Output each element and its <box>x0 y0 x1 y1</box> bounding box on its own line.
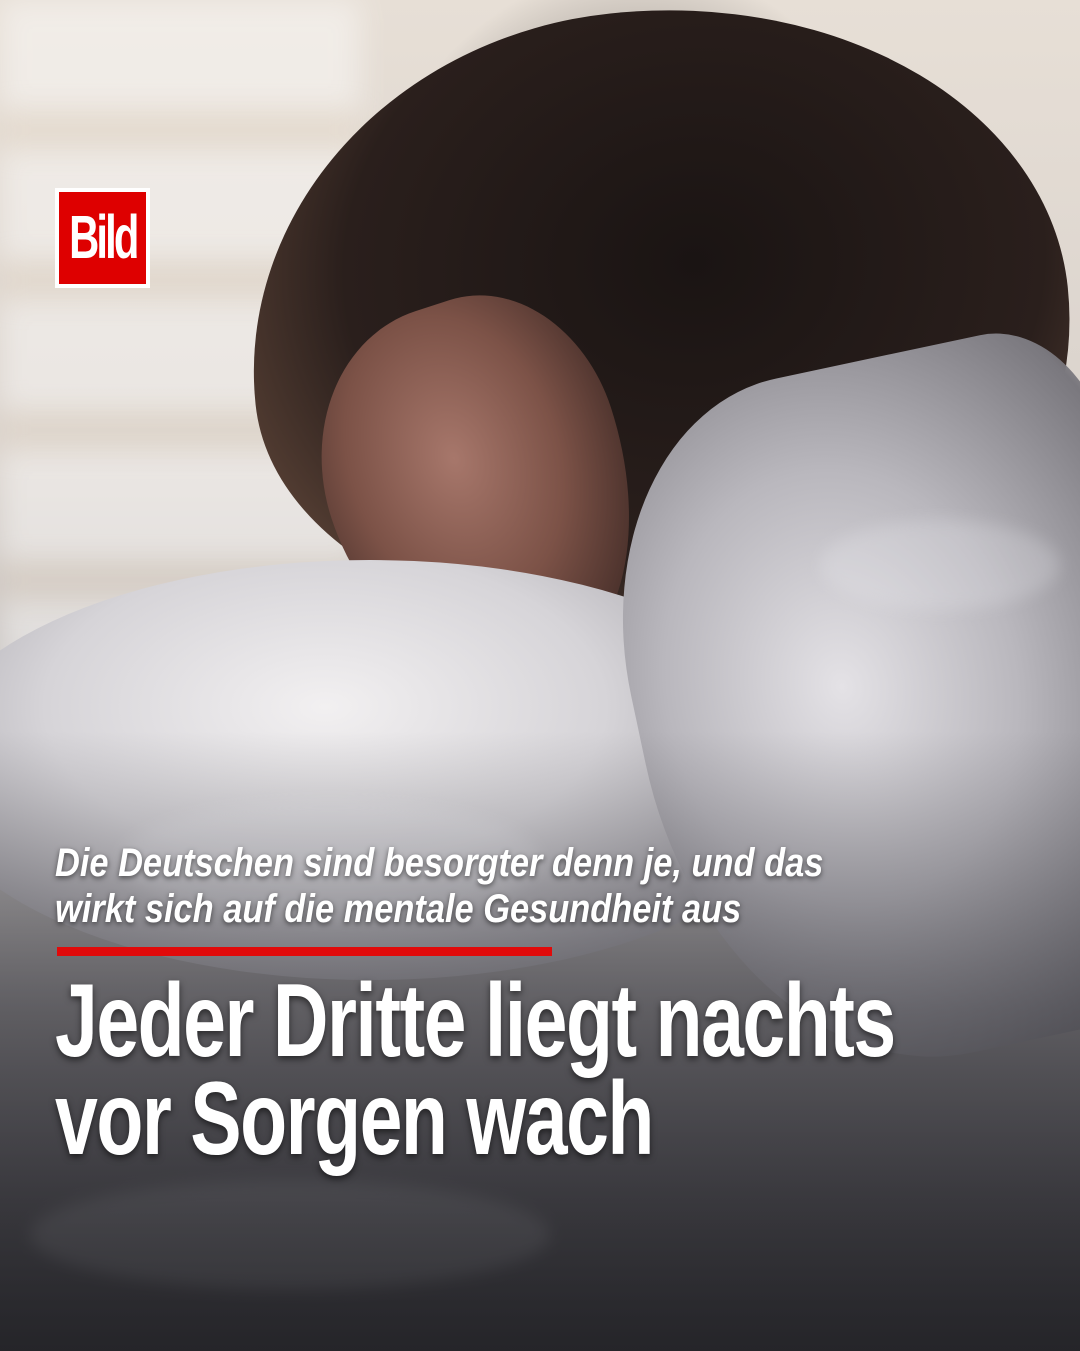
red-divider <box>57 947 552 956</box>
blanket-fold <box>820 520 1060 610</box>
subheadline-line-2: wirkt sich auf die mentale Gesundheit au… <box>55 887 742 931</box>
subheadline-line-1: Die Deutschen sind besorgter denn je, un… <box>55 841 824 885</box>
bild-logo-badge: Bild <box>59 192 146 284</box>
bild-logo[interactable]: Bild <box>55 188 150 288</box>
headline-line-1: Jeder Dritte liegt nachts <box>55 963 896 1079</box>
bild-logo-text: Bild <box>68 203 139 272</box>
news-post-card: Bild Die Deutschen sind besorgter denn j… <box>0 0 1080 1351</box>
headline-line-2: vor Sorgen wach <box>55 1061 654 1177</box>
headline: Jeder Dritte liegt nachts vor Sorgen wac… <box>55 963 896 1177</box>
subheadline: Die Deutschen sind besorgter denn je, un… <box>55 840 881 932</box>
